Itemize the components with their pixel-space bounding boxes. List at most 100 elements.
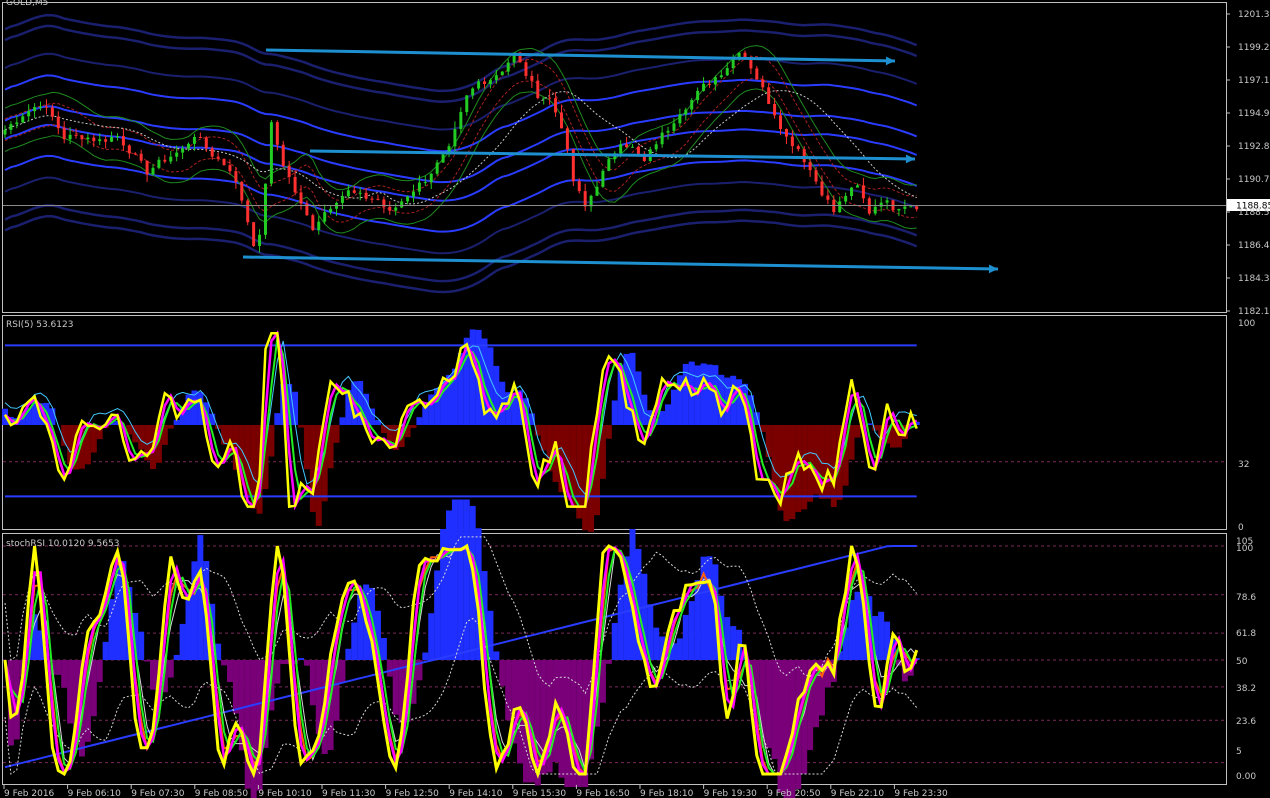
candle-body bbox=[666, 130, 670, 133]
stoch-histogram-bar bbox=[345, 648, 352, 660]
stoch-histogram-bar bbox=[61, 660, 68, 688]
candle-body bbox=[80, 135, 84, 140]
candle-body bbox=[885, 200, 889, 203]
candle-body bbox=[151, 167, 155, 175]
rsi-tick-label: 32 bbox=[1238, 460, 1249, 470]
candle-body bbox=[56, 116, 60, 129]
stoch-tick-label: 50 bbox=[1236, 657, 1248, 667]
stoch-tick-label: 38.2 bbox=[1236, 684, 1256, 694]
candle-body bbox=[74, 134, 78, 136]
candle-body bbox=[625, 144, 629, 148]
stoch-histogram-bar bbox=[274, 660, 281, 684]
stoch-histogram-bar bbox=[144, 660, 151, 662]
candle-body bbox=[465, 95, 469, 113]
candle-body bbox=[779, 115, 783, 130]
stoch-tick-label: 61.8 bbox=[1236, 629, 1256, 639]
trading-chart: 1188.85 GOLD,M5 RSI(5) 53.6123 stochRSI … bbox=[2, 0, 1270, 798]
x-tick-label: 9 Feb 07:30 bbox=[131, 789, 185, 798]
candle-body bbox=[240, 181, 244, 201]
candle-body bbox=[755, 68, 759, 80]
stoch-histogram-bar bbox=[682, 614, 689, 660]
candle-body bbox=[115, 136, 119, 138]
candle-body bbox=[441, 154, 445, 163]
candle-body bbox=[317, 221, 321, 231]
candle-body bbox=[855, 185, 859, 188]
candle-body bbox=[68, 134, 72, 140]
x-tick-label: 9 Feb 23:30 bbox=[894, 789, 948, 798]
stoch-histogram-bar bbox=[226, 660, 233, 683]
candle-body bbox=[275, 122, 279, 145]
rsi-histogram-bar bbox=[173, 419, 180, 425]
rsi-histogram-bar bbox=[309, 425, 316, 512]
stoch-tick-label: 78.6 bbox=[1236, 593, 1256, 603]
stoch-histogram-bar bbox=[244, 660, 251, 789]
candle-body bbox=[423, 182, 427, 184]
candle-body bbox=[86, 137, 90, 140]
stoch-histogram-bar bbox=[150, 660, 156, 690]
candle-body bbox=[388, 206, 392, 211]
rsi-histogram-bar bbox=[700, 363, 707, 425]
candle-body bbox=[3, 129, 7, 135]
rsi-histogram-bar bbox=[268, 425, 275, 457]
candle-body bbox=[222, 158, 226, 166]
x-tick-label: 9 Feb 06:10 bbox=[68, 789, 122, 798]
rsi-histogram-bar bbox=[339, 417, 346, 425]
stoch-histogram-bar bbox=[765, 660, 772, 749]
candle-body bbox=[104, 139, 108, 142]
stoch-tick-label: 0.00 bbox=[1236, 772, 1256, 782]
candle-body bbox=[536, 80, 540, 99]
candle-body bbox=[175, 152, 179, 157]
candle-body bbox=[346, 190, 350, 197]
rsi-histogram-bar bbox=[298, 425, 304, 428]
stoch-histogram-bar bbox=[446, 510, 452, 660]
candle-body bbox=[27, 111, 31, 117]
rsi-histogram-bar bbox=[422, 406, 429, 425]
candle-body bbox=[281, 144, 285, 166]
rsi-histogram-bar bbox=[665, 404, 672, 425]
candle-body bbox=[376, 198, 380, 200]
rsi-histogram-bar bbox=[824, 425, 831, 499]
candle-body bbox=[565, 128, 569, 150]
stoch-histogram-bar bbox=[783, 660, 790, 798]
candle-body bbox=[749, 58, 753, 69]
candle-body bbox=[406, 196, 410, 202]
candle-body bbox=[477, 81, 481, 89]
candle-body bbox=[370, 198, 374, 200]
candle-body bbox=[252, 222, 256, 246]
x-tick-label: 9 Feb 10:10 bbox=[258, 789, 312, 798]
stoch-histogram-bar bbox=[463, 499, 470, 660]
price-pane-label: GOLD,M5 bbox=[6, 0, 48, 8]
rsi-histogram-bar bbox=[469, 329, 476, 425]
candle-body bbox=[601, 170, 605, 187]
candle-body bbox=[713, 77, 717, 85]
candle-body bbox=[684, 109, 688, 115]
candle-body bbox=[157, 159, 161, 168]
price-tick-label: 1182.15 bbox=[1238, 307, 1270, 317]
stoch-tick-label: 23.6 bbox=[1236, 717, 1256, 727]
stoch-pane-label: stochRSI 10.0120 9.5653 bbox=[6, 539, 119, 549]
stoch-histogram-bar bbox=[108, 599, 115, 660]
price-tick-label: 1201.35 bbox=[1238, 10, 1270, 20]
candle-body bbox=[583, 191, 587, 207]
x-tick-label: 9 Feb 16:50 bbox=[576, 789, 630, 798]
rsi-histogram-bar bbox=[659, 411, 666, 425]
candle-body bbox=[44, 106, 48, 108]
candle-body bbox=[216, 156, 220, 159]
stoch-histogram-bar bbox=[179, 623, 186, 660]
stoch-histogram-bar bbox=[493, 651, 500, 660]
candle-body bbox=[181, 148, 185, 153]
stoch-histogram-bar bbox=[280, 660, 287, 665]
stoch-histogram-bar bbox=[457, 499, 464, 660]
price-tick-label: 1186.40 bbox=[1238, 241, 1270, 251]
stoch-histogram-bar bbox=[428, 613, 435, 660]
price-tick-label: 1188.55 bbox=[1238, 208, 1270, 218]
x-tick-label: 9 Feb 15:30 bbox=[513, 789, 567, 798]
price-tick-label: 1194.95 bbox=[1238, 109, 1270, 119]
rsi-histogram-bar bbox=[641, 394, 648, 425]
candle-body bbox=[879, 202, 883, 207]
candle-body bbox=[287, 165, 291, 177]
rsi-pane-label: RSI(5) 53.6123 bbox=[6, 320, 73, 330]
price-tick-label: 1190.70 bbox=[1238, 175, 1270, 185]
candle-body bbox=[690, 100, 694, 110]
candle-body bbox=[234, 171, 238, 182]
